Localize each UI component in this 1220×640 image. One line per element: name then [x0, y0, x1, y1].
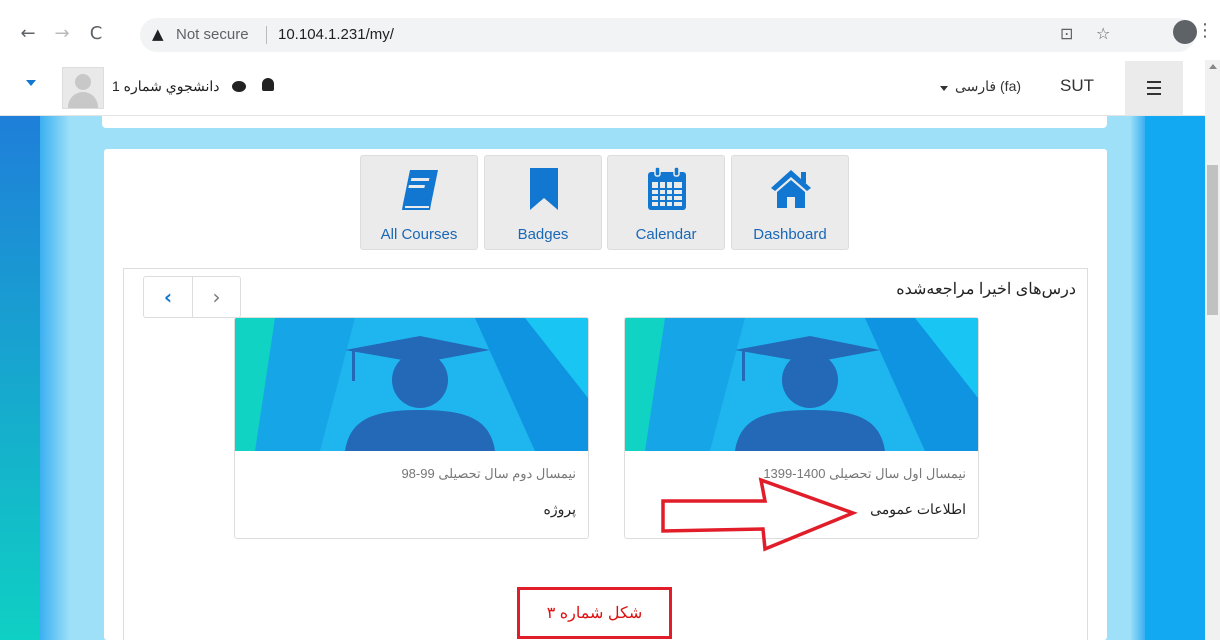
avatar-body — [68, 92, 98, 108]
bookmark-icon — [530, 168, 558, 210]
scroll-thumb[interactable] — [1207, 165, 1218, 315]
recent-courses-title: درس‌های اخیرا مراجعه‌شده — [896, 281, 1076, 298]
figure-caption: شکل شماره ۳ — [546, 605, 643, 622]
tile-calendar[interactable]: Calendar — [607, 155, 725, 250]
address-bar[interactable]: ▲ Not secure 10.104.1.231/my/ ⊡ ☆ — [140, 18, 1195, 52]
hamburger-line — [1147, 93, 1161, 95]
tile-badges[interactable]: Badges — [484, 155, 602, 250]
book-icon — [402, 170, 438, 210]
course-card[interactable]: نیمسال دوم سال تحصیلی 99-98 پروژه — [234, 317, 589, 539]
page-scrollbar[interactable] — [1205, 60, 1220, 640]
figure-caption-box: شکل شماره ۳ — [517, 587, 672, 639]
language-caret-icon[interactable] — [940, 86, 948, 91]
tile-label: Dashboard — [753, 226, 827, 243]
annotation-arrow-icon — [661, 477, 858, 552]
profile-icon[interactable] — [1173, 20, 1197, 44]
previous-card-edge — [102, 116, 1107, 128]
forward-arrow-icon[interactable]: → — [50, 22, 74, 46]
course-name-link[interactable]: پروژه — [544, 501, 576, 518]
avatar-head — [75, 74, 91, 90]
tile-dashboard[interactable]: Dashboard — [731, 155, 849, 250]
language-selector[interactable]: فارسی (fa) — [955, 78, 1021, 95]
tile-label: Calendar — [635, 226, 697, 243]
browser-toolbar: ← → C ▲ Not secure 10.104.1.231/my/ ⊡ ☆ … — [0, 0, 1220, 60]
course-category: نیمسال دوم سال تحصیلی 99-98 — [401, 466, 576, 481]
star-icon[interactable]: ☆ — [1096, 24, 1110, 43]
hamburger-menu-button[interactable] — [1125, 61, 1183, 115]
calendar-icon — [648, 166, 686, 210]
user-menu-caret-icon[interactable] — [26, 80, 36, 86]
chat-icon[interactable] — [232, 81, 246, 92]
reload-icon[interactable]: C — [84, 22, 108, 46]
site-navbar: دانشجوي شماره 1 فارسی (fa) SUT — [0, 60, 1205, 116]
warning-icon: ▲ — [152, 25, 164, 43]
background-stripe — [0, 116, 40, 640]
tile-all-courses[interactable]: All Courses — [360, 155, 478, 250]
chevron-left-icon[interactable]: ‹ — [144, 277, 192, 317]
scroll-up-icon[interactable] — [1209, 64, 1217, 69]
menu-dots-icon[interactable]: ⋮ — [1196, 20, 1214, 41]
username[interactable]: دانشجوي شماره 1 — [112, 78, 220, 95]
site-name[interactable]: SUT — [1060, 76, 1094, 96]
divider — [266, 26, 267, 44]
chevron-right-icon[interactable]: › — [192, 277, 240, 317]
background-stripe — [1145, 116, 1205, 640]
course-name-link[interactable]: اطلاعات عمومی — [870, 501, 966, 518]
hamburger-line — [1147, 81, 1161, 83]
back-arrow-icon[interactable]: ← — [16, 22, 40, 46]
bell-icon[interactable] — [262, 78, 274, 91]
avatar[interactable] — [62, 67, 104, 109]
home-icon — [771, 170, 811, 208]
tile-label: All Courses — [380, 226, 458, 243]
pager: ‹ › — [143, 276, 241, 318]
hamburger-line — [1147, 87, 1161, 89]
translate-icon[interactable]: ⊡ — [1060, 24, 1073, 43]
course-image — [625, 318, 978, 451]
recent-courses-block: درس‌های اخیرا مراجعه‌شده ‹ › نیمسال دوم … — [123, 268, 1088, 640]
security-label[interactable]: Not secure — [176, 26, 249, 43]
main-content-card: All Courses Badges Calendar Dashboard در… — [104, 149, 1107, 640]
course-image — [235, 318, 588, 451]
tile-label: Badges — [517, 226, 569, 243]
url-text[interactable]: 10.104.1.231/my/ — [278, 26, 394, 43]
